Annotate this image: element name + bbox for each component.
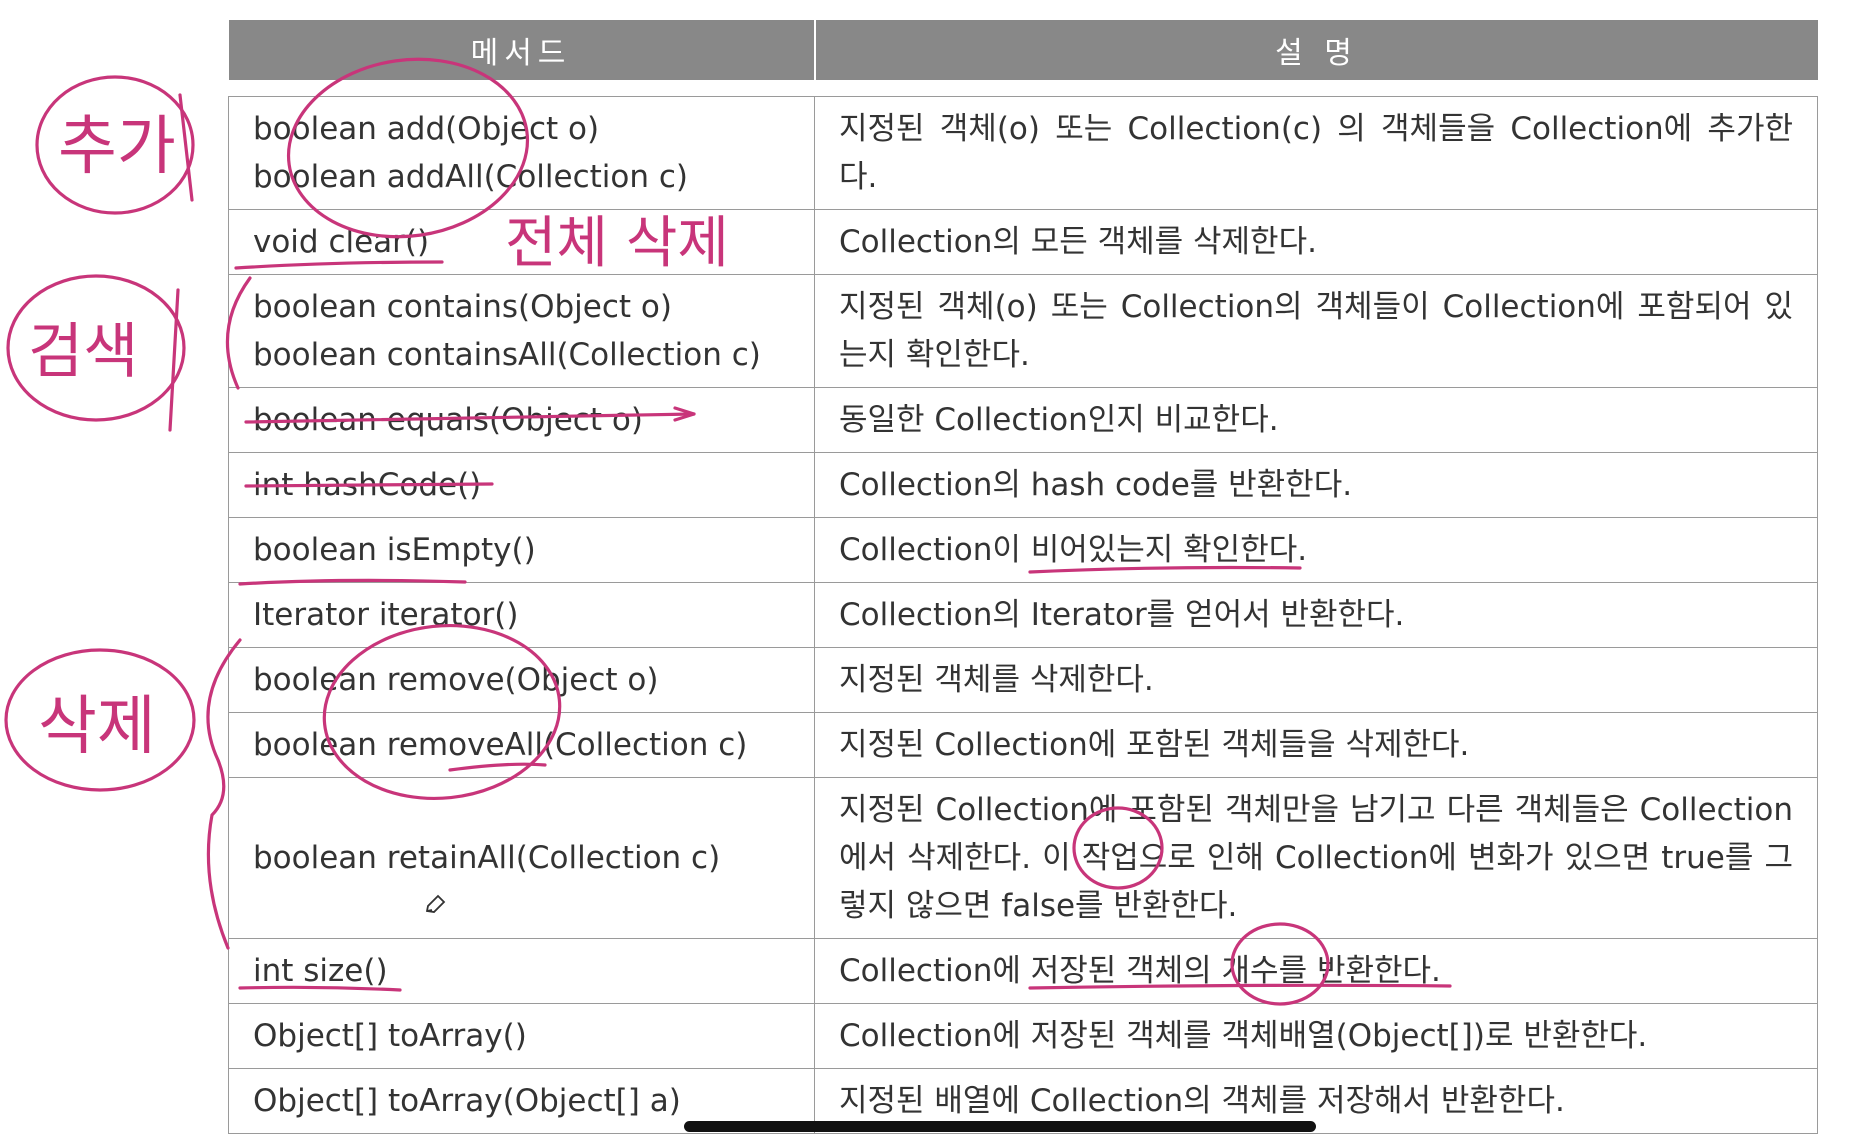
table-row: Object[] toArray() Collection에 저장된 객체를 객체… (228, 1003, 1818, 1069)
method-signature: boolean retainAll(Collection c) (253, 840, 721, 876)
description-cell: Collection의 모든 객체를 삭제한다. (814, 209, 1818, 275)
table-row: boolean equals(Object o) 동일한 Collection인지… (228, 387, 1818, 453)
method-cell: int size() (228, 938, 815, 1004)
header-description: 설 명 (813, 20, 1818, 80)
table-row: int hashCode() Collection의 hash code를 반환한… (228, 452, 1818, 518)
table-row: boolean contains(Object o) boolean contai… (228, 274, 1818, 388)
table-row: boolean retainAll(Collection c) 지정된 Colle… (228, 777, 1818, 939)
method-cell: boolean retainAll(Collection c) (228, 777, 815, 939)
description-cell: 지정된 Collection에 포함된 객체들을 삭제한다. (814, 712, 1818, 778)
method-signature: int hashCode() (253, 467, 482, 503)
search-stroke (168, 288, 180, 432)
add-circle-annotation (35, 75, 195, 215)
header-method: 메서드 (228, 20, 815, 80)
description-cell: Collection에 저장된 객체의 개수를 반환한다. (814, 938, 1818, 1004)
method-cell: boolean equals(Object o) (228, 387, 815, 453)
table-row: void clear() Collection의 모든 객체를 삭제한다. (228, 209, 1818, 275)
header-gap (229, 80, 1818, 97)
method-signature: Iterator iterator() (253, 597, 519, 633)
method-signature: boolean contains(Object o) (253, 289, 672, 325)
delete-circle-annotation (4, 648, 196, 792)
collection-methods-table: 메서드 설 명 boolean add(Object o) boolean add… (228, 20, 1818, 1134)
table-row: boolean add(Object o) boolean addAll(Coll… (228, 96, 1818, 210)
method-cell: Object[] toArray() (228, 1003, 815, 1069)
table-row: int size() Collection에 저장된 객체의 개수를 반환한다. (228, 938, 1818, 1004)
add-annotation-text: 추가 (58, 110, 176, 184)
method-signature: Object[] toArray() (253, 1018, 527, 1054)
method-table-container: 메서드 설 명 boolean add(Object o) boolean add… (228, 20, 1818, 1134)
home-indicator-bar[interactable] (684, 1121, 1316, 1132)
method-cell: boolean add(Object o) boolean addAll(Coll… (228, 96, 815, 210)
method-signature: boolean remove(Object o) (253, 662, 659, 698)
method-cell: boolean isEmpty() (228, 517, 815, 583)
method-signature: void clear() (253, 224, 430, 260)
table-row: boolean isEmpty() Collection이 비어있는지 확인한다. (228, 517, 1818, 583)
method-cell: void clear() (228, 209, 815, 275)
method-signature: int size() (253, 953, 388, 989)
description-cell: 동일한 Collection인지 비교한다. (814, 387, 1818, 453)
delete-annotation-text: 삭제 (38, 690, 156, 764)
description-cell: 지정된 객체(o) 또는 Collection(c) 의 객체들을 Collec… (814, 96, 1818, 210)
method-cell: int hashCode() (228, 452, 815, 518)
table-row: Iterator iterator() Collection의 Iterator를… (228, 582, 1818, 648)
description-cell: 지정된 Collection에 포함된 객체만을 남기고 다른 객체들은 Col… (814, 777, 1818, 939)
description-cell: Collection에 저장된 객체를 객체배열(Object[])로 반환한다… (814, 1003, 1818, 1069)
method-signature: boolean removeAll(Collection c) (253, 727, 748, 763)
method-signature: boolean addAll(Collection c) (253, 159, 688, 195)
method-signature: boolean add(Object o) (253, 111, 600, 147)
method-signature: boolean equals(Object o) (253, 402, 643, 438)
table-header-row: 메서드 설 명 (228, 20, 1818, 80)
method-cell: boolean removeAll(Collection c) (228, 712, 815, 778)
table-row: boolean remove(Object o) 지정된 객체를 삭제한다. (228, 647, 1818, 713)
table-row: boolean removeAll(Collection c) 지정된 Colle… (228, 712, 1818, 778)
description-cell: Collection의 hash code를 반환한다. (814, 452, 1818, 518)
add-stroke (178, 93, 194, 202)
method-cell: boolean contains(Object o) boolean contai… (228, 274, 815, 388)
description-cell: Collection의 Iterator를 얻어서 반환한다. (814, 582, 1818, 648)
method-cell: boolean remove(Object o) (228, 647, 815, 713)
description-cell: 지정된 객체(o) 또는 Collection의 객체들이 Collection… (814, 274, 1818, 388)
description-cell: Collection이 비어있는지 확인한다. (814, 517, 1818, 583)
description-cell: 지정된 객체를 삭제한다. (814, 647, 1818, 713)
method-signature: Object[] toArray(Object[] a) (253, 1083, 681, 1119)
search-circle-annotation (6, 274, 186, 422)
pencil-cursor-icon (425, 894, 446, 913)
method-cell: Iterator iterator() (228, 582, 815, 648)
method-signature: boolean isEmpty() (253, 532, 536, 568)
search-annotation-text: 검색 (28, 317, 138, 387)
method-signature: boolean containsAll(Collection c) (253, 337, 761, 373)
